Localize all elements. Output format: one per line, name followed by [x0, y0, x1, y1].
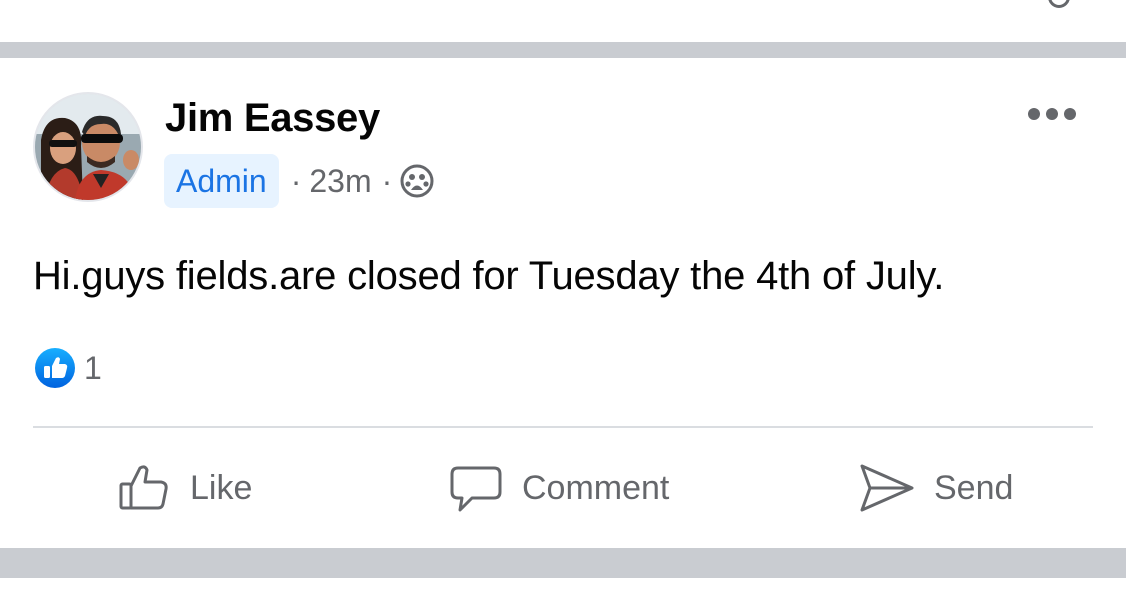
avatar-photo: [35, 94, 141, 200]
thumbs-up-icon: [119, 465, 168, 510]
reaction-count: 1: [84, 349, 102, 386]
meta-separator: ·: [381, 162, 393, 199]
post-text: Hi.guys fields.are closed for Tuesday th…: [33, 254, 945, 298]
admin-badge[interactable]: Admin: [164, 154, 279, 208]
reactions-summary[interactable]: 1: [34, 346, 102, 390]
feed-separator: [0, 548, 1126, 578]
send-label: Send: [934, 468, 1014, 507]
more-dot-icon: [1028, 108, 1040, 120]
post-meta: Admin · 23m ·: [164, 154, 434, 208]
more-dot-icon: [1046, 108, 1058, 120]
send-button[interactable]: Send: [858, 456, 1013, 520]
avatar[interactable]: [33, 92, 143, 202]
comment-icon: [450, 466, 502, 512]
previous-post-bottom: [0, 0, 1126, 42]
post-card: Jim Eassey Admin · 23m · Hi.guys fields.…: [0, 58, 1126, 548]
like-reaction-icon: [35, 348, 75, 388]
comment-button[interactable]: Comment: [448, 456, 669, 520]
actions-divider: [33, 426, 1093, 428]
like-label: Like: [190, 468, 253, 507]
post-timestamp[interactable]: 23m: [309, 163, 371, 200]
group-icon[interactable]: [400, 164, 434, 198]
more-options-button[interactable]: [1028, 102, 1076, 126]
like-button[interactable]: Like: [116, 456, 252, 520]
comment-label: Comment: [522, 468, 670, 507]
feed-separator: [0, 42, 1126, 58]
send-icon: [860, 464, 914, 512]
more-dot-icon: [1064, 108, 1076, 120]
partial-icon: [1048, 0, 1070, 8]
meta-separator: ·: [290, 162, 302, 199]
author-name[interactable]: Jim Eassey: [165, 96, 380, 141]
